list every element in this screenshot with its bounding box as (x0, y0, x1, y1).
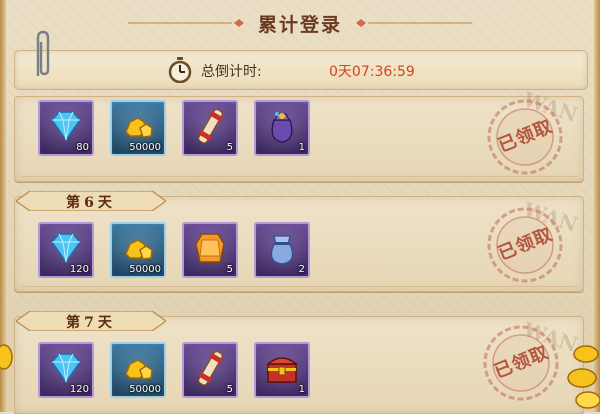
scroll-icon (198, 350, 224, 386)
claimed-stamp: 已领取 (480, 92, 570, 182)
title-bar: 累计登录 (8, 0, 592, 44)
reward-item-gold[interactable]: 50000 (110, 222, 166, 278)
item-quantity: 1 (298, 142, 305, 153)
gold-nugget-icon (125, 359, 153, 380)
countdown-panel: 总倒计时: 0天07:36:59 (14, 50, 588, 90)
page-title: 累计登录 (257, 14, 342, 36)
countdown-value: 0天07:36:59 (329, 64, 415, 80)
reward-item-diamond[interactable]: 80 (38, 100, 94, 156)
countdown-label: 总倒计时: (201, 64, 262, 80)
reward-item-amber-gem[interactable]: 5 (182, 222, 238, 278)
reward-item-diamond[interactable]: 120 (38, 342, 94, 398)
paperclip-icon (36, 30, 50, 76)
claimed-stamp: 已领取 (480, 200, 570, 290)
gold-coin-icon (0, 344, 13, 370)
treasure-chest-icon (265, 357, 299, 383)
day-6-label: 第6天 (66, 195, 116, 211)
diamond-icon (51, 111, 81, 142)
stopwatch-icon (168, 57, 192, 83)
item-quantity: 5 (226, 142, 233, 153)
reward-item-diamond[interactable]: 120 (38, 222, 94, 278)
item-quantity: 5 (226, 264, 233, 275)
item-quantity: 80 (76, 142, 89, 153)
reward-item-scroll[interactable]: 5 (182, 100, 238, 156)
reward-item-treasure-bag[interactable]: 1 (254, 100, 310, 156)
gold-coins-icon (567, 345, 600, 409)
reward-item-scroll[interactable]: 5 (182, 342, 238, 398)
item-quantity: 1 (298, 384, 305, 395)
diamond-icon (51, 233, 81, 264)
reward-item-pouch[interactable]: 2 (254, 222, 310, 278)
item-quantity: 5 (226, 384, 233, 395)
reward-item-gold[interactable]: 50000 (110, 342, 166, 398)
day-7-label: 第7天 (66, 315, 116, 331)
day-7-tag: 第7天 (16, 311, 166, 331)
item-quantity: 2 (298, 264, 305, 275)
diamond-icon (51, 353, 81, 384)
amber-gem-icon (195, 233, 225, 263)
reward-item-treasure-chest[interactable]: 1 (254, 342, 310, 398)
reward-item-gold[interactable]: 50000 (110, 100, 166, 156)
pouch-icon (270, 235, 294, 265)
day-6-tag: 第6天 (16, 191, 166, 211)
treasure-bag-icon (271, 112, 293, 143)
claimed-stamp: 已领取 (476, 318, 566, 408)
gold-nugget-icon (125, 117, 153, 138)
item-quantity: 120 (69, 264, 89, 275)
gold-nugget-icon (125, 239, 153, 260)
scroll-icon (198, 108, 224, 144)
item-quantity: 50000 (129, 384, 161, 395)
item-quantity: 50000 (129, 142, 161, 153)
item-quantity: 50000 (129, 264, 161, 275)
title-ornament-right-icon (356, 19, 472, 27)
item-quantity: 120 (69, 384, 89, 395)
